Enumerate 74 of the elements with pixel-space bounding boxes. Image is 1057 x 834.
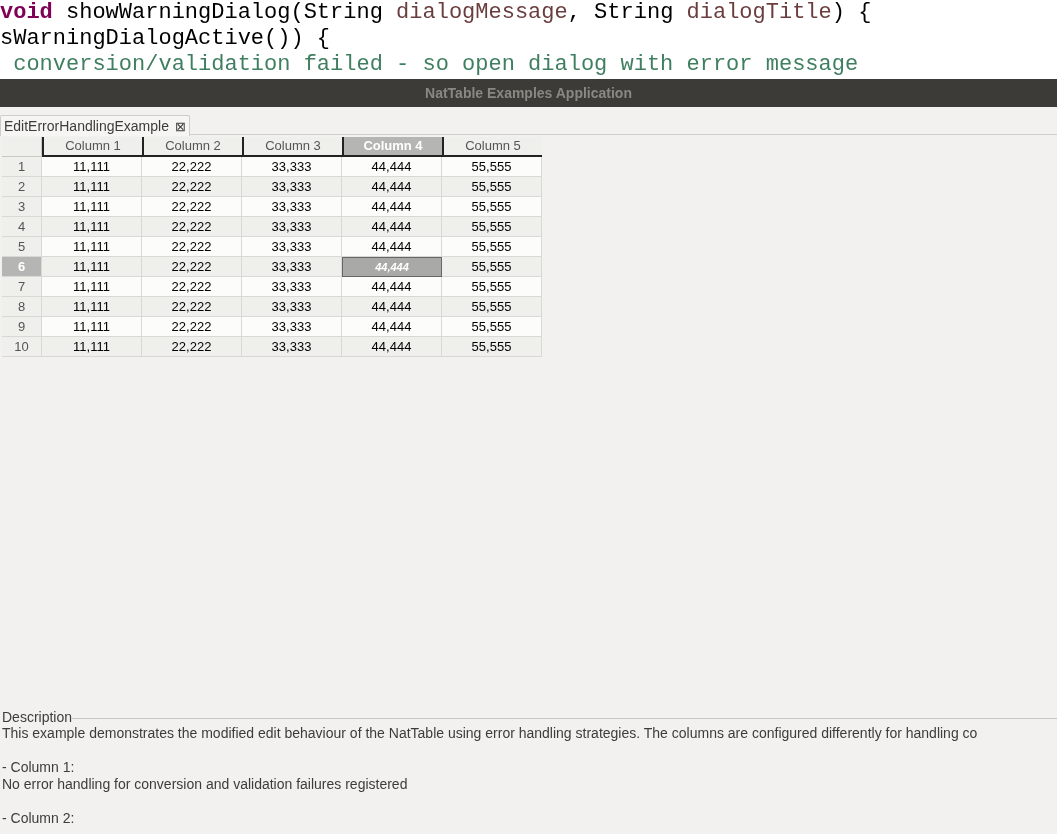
row-header[interactable]: 4 [2, 217, 42, 237]
row-header[interactable]: 3 [2, 197, 42, 217]
table-cell[interactable]: 33,333 [242, 297, 342, 317]
table-cell[interactable]: 22,222 [142, 197, 242, 217]
table-cell[interactable]: 11,111 [42, 337, 142, 357]
row-header[interactable]: 7 [2, 277, 42, 297]
table-cell[interactable]: 11,111 [42, 197, 142, 217]
table-cell[interactable]: 44,444 [342, 277, 442, 297]
table-cell[interactable]: 33,333 [242, 217, 342, 237]
table-cell[interactable]: 44,444 [342, 237, 442, 257]
table-cell[interactable]: 33,333 [242, 197, 342, 217]
table-cell[interactable]: 55,555 [442, 157, 542, 177]
table-cell[interactable]: 22,222 [142, 177, 242, 197]
window-title: NatTable Examples Application [425, 83, 632, 103]
table-cell[interactable]: 55,555 [442, 177, 542, 197]
table-cell[interactable]: 11,111 [42, 217, 142, 237]
table-cell[interactable]: 33,333 [242, 317, 342, 337]
table-cell[interactable]: 11,111 [42, 277, 142, 297]
table-cell[interactable]: 22,222 [142, 297, 242, 317]
table-cell[interactable]: 11,111 [42, 177, 142, 197]
column-header[interactable]: Column 1 [42, 137, 142, 157]
table-cell[interactable]: 33,333 [242, 177, 342, 197]
table-cell[interactable]: 33,333 [242, 257, 342, 277]
table-cell[interactable]: 22,222 [142, 217, 242, 237]
table-cell[interactable]: 55,555 [442, 217, 542, 237]
table-cell[interactable]: 44,444 [342, 197, 442, 217]
table-cell[interactable]: 11,111 [42, 297, 142, 317]
table-cell[interactable]: 55,555 [442, 317, 542, 337]
group-legend: Description [2, 709, 73, 725]
table-cell[interactable]: 55,555 [442, 297, 542, 317]
close-button[interactable]: ⊠ [174, 119, 186, 133]
row-header[interactable]: 10 [2, 337, 42, 357]
description-text: No error handling for conversion and validation failures registered [2, 776, 409, 793]
code-line: sWarningDialogActive()) { [0, 26, 332, 52]
table-cell[interactable]: 55,555 [442, 257, 542, 277]
row-header[interactable]: 9 [2, 317, 42, 337]
code-line: void showWarningDialog(String dialogMessage, String dialogTitle) { [0, 0, 873, 26]
table-cell[interactable]: 11,111 [42, 257, 142, 277]
corner-cell [2, 137, 42, 157]
editor-tab[interactable]: EditErrorHandlingExample ⊠ [0, 115, 190, 136]
table-cell[interactable]: 44,444 [342, 317, 442, 337]
description-text: - Column 2: [2, 810, 76, 827]
table-cell[interactable]: 11,111 [42, 317, 142, 337]
table-cell[interactable]: 22,222 [142, 317, 242, 337]
column-header[interactable]: Column 5 [442, 137, 542, 157]
row-header[interactable]: 2 [2, 177, 42, 197]
description-text: - Column 1: [2, 759, 76, 776]
table-cell[interactable]: 55,555 [442, 197, 542, 217]
table-cell[interactable]: 22,222 [142, 257, 242, 277]
table-cell[interactable]: 33,333 [242, 337, 342, 357]
table-cell[interactable]: 44,444 [342, 297, 442, 317]
row-header[interactable]: 1 [2, 157, 42, 177]
table-cell[interactable]: 44,444 [342, 157, 442, 177]
table-cell[interactable]: 22,222 [142, 277, 242, 297]
table-cell[interactable]: 22,222 [142, 157, 242, 177]
description-text: This example demonstrates the modified edit behaviour of the NatTable using error handling strategies. The columns are configured differently for handling co [2, 725, 979, 742]
table-cell[interactable]: 55,555 [442, 237, 542, 257]
code-line: conversion/validation failed - so open dialog with error message [12, 52, 860, 78]
table-cell[interactable]: 22,222 [142, 237, 242, 257]
table-cell[interactable]: 11,111 [42, 157, 142, 177]
table-cell[interactable]: 11,111 [42, 237, 142, 257]
table-cell[interactable]: 33,333 [242, 237, 342, 257]
table-cell[interactable]: 22,222 [142, 337, 242, 357]
row-header[interactable]: 8 [2, 297, 42, 317]
column-header[interactable]: Column 2 [142, 137, 242, 157]
table-cell[interactable]: 33,333 [242, 277, 342, 297]
table-cell[interactable]: 55,555 [442, 337, 542, 357]
table-cell[interactable]: 55,555 [442, 277, 542, 297]
column-header[interactable]: Column 3 [242, 137, 342, 157]
row-header[interactable]: 5 [2, 237, 42, 257]
table-cell[interactable]: 44,444 [342, 217, 442, 237]
table-cell[interactable]: 33,333 [242, 157, 342, 177]
table-cell[interactable]: 44,444 [342, 177, 442, 197]
table-cell[interactable]: 44,444 [342, 337, 442, 357]
